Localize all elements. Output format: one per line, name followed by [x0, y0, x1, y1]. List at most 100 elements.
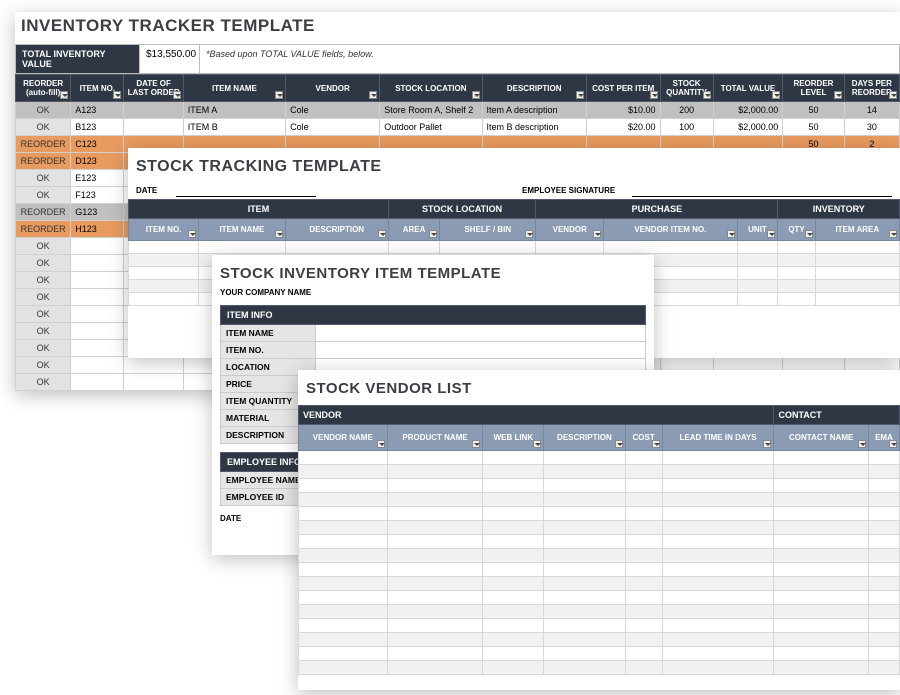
- cell[interactable]: [544, 535, 625, 549]
- cell[interactable]: [774, 521, 868, 535]
- cell[interactable]: [868, 465, 899, 479]
- cell[interactable]: [544, 563, 625, 577]
- cell[interactable]: [625, 577, 662, 591]
- cell[interactable]: [483, 647, 544, 661]
- cell[interactable]: [868, 479, 899, 493]
- cell[interactable]: [387, 661, 483, 675]
- table-row[interactable]: [299, 633, 900, 647]
- cell[interactable]: 100: [660, 119, 713, 136]
- filter-dropdown-icon[interactable]: [533, 440, 541, 448]
- column-header[interactable]: REORDER (auto-fill): [16, 75, 71, 102]
- cell[interactable]: [774, 451, 868, 465]
- cell[interactable]: [774, 647, 868, 661]
- signature-field[interactable]: [632, 184, 892, 197]
- table-row[interactable]: [129, 241, 900, 254]
- column-header[interactable]: ITEM NO.: [129, 219, 199, 241]
- cell[interactable]: [544, 479, 625, 493]
- column-header[interactable]: SHELF / BIN: [440, 219, 536, 241]
- filter-dropdown-icon[interactable]: [858, 440, 866, 448]
- cell[interactable]: 200: [660, 102, 713, 119]
- cell[interactable]: [774, 563, 868, 577]
- cell[interactable]: [387, 619, 483, 633]
- table-row[interactable]: [299, 661, 900, 675]
- column-header[interactable]: ITEM NAME: [183, 75, 285, 102]
- cell[interactable]: [388, 241, 439, 254]
- cell[interactable]: [483, 535, 544, 549]
- filter-dropdown-icon[interactable]: [113, 91, 121, 99]
- cell[interactable]: [483, 577, 544, 591]
- cell[interactable]: [625, 661, 662, 675]
- column-header[interactable]: VENDOR ITEM NO.: [604, 219, 737, 241]
- cell[interactable]: [662, 549, 774, 563]
- cell[interactable]: [299, 479, 388, 493]
- cell[interactable]: [815, 241, 899, 254]
- cell[interactable]: [71, 340, 124, 357]
- cell[interactable]: $2,000.00: [713, 119, 783, 136]
- cell[interactable]: [778, 267, 815, 280]
- filter-dropdown-icon[interactable]: [763, 440, 771, 448]
- cell[interactable]: [737, 267, 778, 280]
- cell[interactable]: [483, 507, 544, 521]
- cell[interactable]: [774, 535, 868, 549]
- cell[interactable]: [129, 254, 199, 267]
- column-header[interactable]: ITEM NO.: [71, 75, 124, 102]
- cell[interactable]: [625, 619, 662, 633]
- cell[interactable]: [662, 535, 774, 549]
- cell[interactable]: [299, 647, 388, 661]
- cell[interactable]: $10.00: [586, 102, 660, 119]
- cell[interactable]: [544, 605, 625, 619]
- cell[interactable]: G123: [71, 204, 124, 221]
- cell[interactable]: [71, 255, 124, 272]
- cell[interactable]: [299, 507, 388, 521]
- filter-dropdown-icon[interactable]: [593, 230, 601, 238]
- cell[interactable]: [387, 549, 483, 563]
- cell[interactable]: [299, 535, 388, 549]
- field-value[interactable]: [316, 342, 645, 358]
- cell[interactable]: [868, 661, 899, 675]
- column-header[interactable]: QTY: [778, 219, 815, 241]
- cell[interactable]: [625, 521, 662, 535]
- table-row[interactable]: [299, 521, 900, 535]
- column-header[interactable]: VENDOR: [286, 75, 380, 102]
- cell[interactable]: [815, 280, 899, 293]
- cell[interactable]: [625, 591, 662, 605]
- column-header[interactable]: WEB LINK: [483, 425, 544, 451]
- filter-dropdown-icon[interactable]: [173, 91, 181, 99]
- cell[interactable]: [387, 577, 483, 591]
- filter-dropdown-icon[interactable]: [652, 440, 660, 448]
- cell[interactable]: [815, 267, 899, 280]
- cell[interactable]: [124, 102, 183, 119]
- column-header[interactable]: CONTACT NAME: [774, 425, 868, 451]
- cell[interactable]: 14: [844, 102, 899, 119]
- cell[interactable]: [299, 465, 388, 479]
- cell[interactable]: [299, 661, 388, 675]
- cell[interactable]: [71, 357, 124, 374]
- column-header[interactable]: DESCRIPTION: [482, 75, 586, 102]
- cell[interactable]: [625, 535, 662, 549]
- cell[interactable]: [299, 577, 388, 591]
- table-row[interactable]: [299, 535, 900, 549]
- cell[interactable]: [544, 451, 625, 465]
- cell[interactable]: [868, 577, 899, 591]
- cell[interactable]: [387, 633, 483, 647]
- cell[interactable]: [483, 591, 544, 605]
- cell[interactable]: [774, 633, 868, 647]
- cell[interactable]: [387, 507, 483, 521]
- cell[interactable]: D123: [71, 153, 124, 170]
- column-header[interactable]: DATE OF LAST ORDER: [124, 75, 183, 102]
- cell[interactable]: 50: [783, 102, 844, 119]
- cell[interactable]: [662, 647, 774, 661]
- cell[interactable]: [774, 507, 868, 521]
- cell[interactable]: E123: [71, 170, 124, 187]
- cell[interactable]: [71, 272, 124, 289]
- cell[interactable]: [483, 479, 544, 493]
- cell[interactable]: [387, 465, 483, 479]
- column-header[interactable]: TOTAL VALUE: [713, 75, 783, 102]
- cell[interactable]: [483, 661, 544, 675]
- table-row[interactable]: [299, 507, 900, 521]
- filter-dropdown-icon[interactable]: [889, 440, 897, 448]
- cell[interactable]: [778, 293, 815, 306]
- column-header[interactable]: PRODUCT NAME: [387, 425, 483, 451]
- cell[interactable]: [815, 293, 899, 306]
- cell[interactable]: [129, 241, 199, 254]
